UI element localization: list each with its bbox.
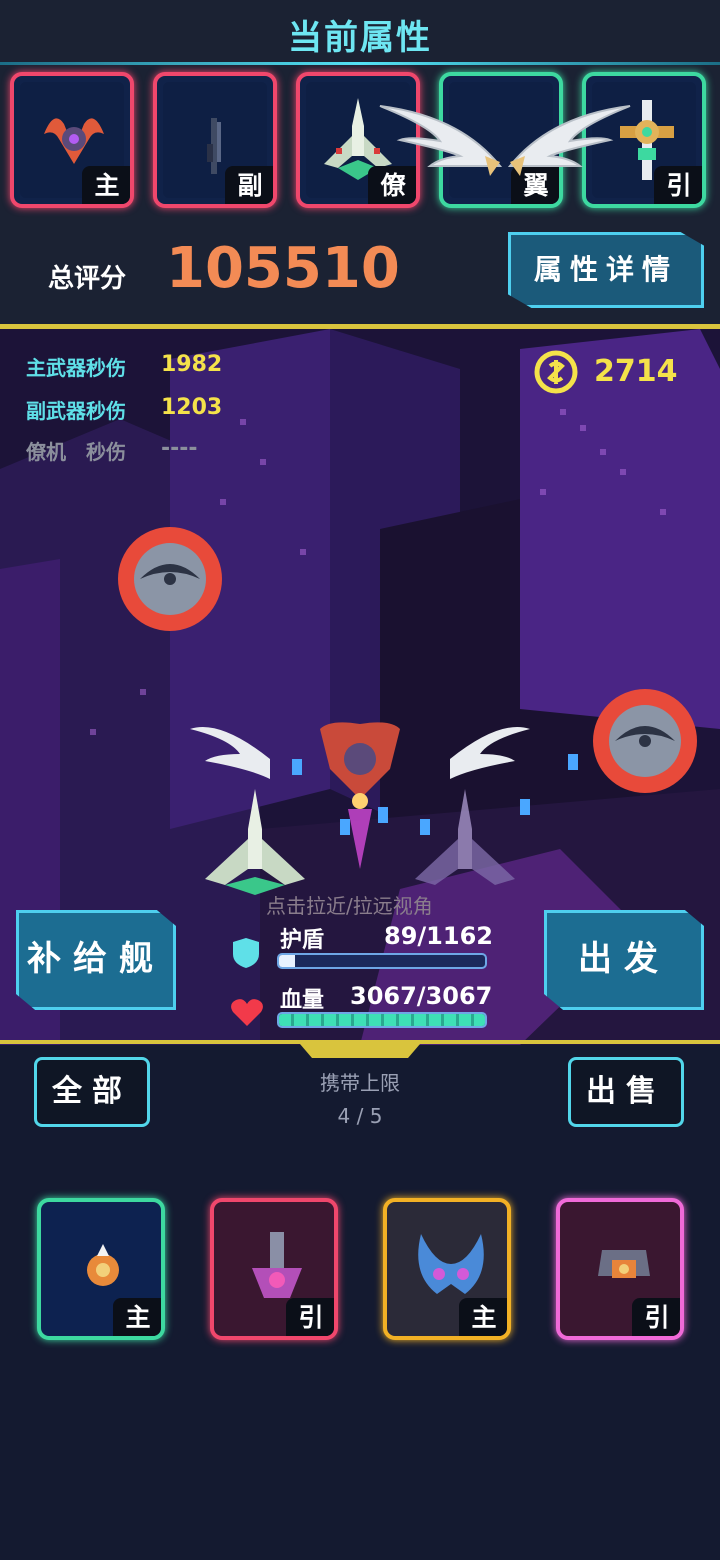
shield-icon: [233, 938, 259, 968]
enemy-disc: [118, 527, 222, 631]
card-tag: 主: [113, 1298, 161, 1336]
wingman-dps-label: 僚机 秒伤: [26, 440, 126, 464]
carry-limit-value: 4 / 5: [337, 1104, 383, 1128]
inventory-card[interactable]: 主: [37, 1198, 165, 1340]
supply-ship-button[interactable]: 补给舰: [16, 910, 176, 1010]
slot-tag: 主: [82, 166, 130, 204]
page-title: 当前属性: [288, 18, 432, 58]
sub-weapon-dps-value: 1203: [161, 395, 223, 420]
shield-bar-fill: [279, 955, 295, 967]
heart-icon: [231, 999, 263, 1026]
hp-label: 血量: [280, 988, 325, 1013]
main-weapon-dps-label: 主武器秒伤: [26, 356, 126, 380]
header-divider: [0, 62, 720, 65]
orange-engine-icon: [598, 1250, 650, 1278]
main-weapon-ship-icon: [44, 118, 104, 164]
total-score-value: 105510: [166, 236, 400, 301]
enemy-disc: [593, 689, 697, 793]
inventory-card[interactable]: 引: [210, 1198, 338, 1340]
card-tag: 引: [632, 1298, 680, 1336]
slot-tag: 副: [225, 166, 273, 204]
attribute-detail-button[interactable]: 属性详情: [508, 232, 704, 308]
coin-icon: [534, 350, 578, 394]
zoom-hint: 点击拉近/拉远视角: [266, 894, 433, 918]
card-tag: 主: [459, 1298, 507, 1336]
launch-button[interactable]: 出发: [544, 910, 704, 1010]
shield-value: 89/1162: [384, 922, 493, 950]
slot-tag: 引: [654, 166, 702, 204]
shield-bar: [277, 953, 487, 969]
inventory-card[interactable]: 引: [556, 1198, 684, 1340]
carry-limit-label: 携带上限: [320, 1071, 400, 1095]
wingman-dps-value: ----: [161, 436, 198, 461]
panel-notch: [300, 1044, 420, 1058]
wings-icon: [379, 105, 631, 176]
hp-value: 3067/3067: [350, 982, 493, 1010]
shield-label: 护盾: [280, 928, 325, 953]
inventory-card[interactable]: 主: [383, 1198, 511, 1340]
sub-weapon-dps-label: 副武器秒伤: [26, 399, 126, 423]
panel-divider: [0, 1040, 720, 1044]
coin-value: 2714: [594, 354, 678, 389]
hp-bar-fill: [279, 1014, 485, 1026]
orange-pod-ship-icon: [87, 1244, 119, 1286]
card-tag: 引: [286, 1298, 334, 1336]
main-weapon-dps-value: 1982: [161, 352, 223, 377]
slot-sub-weapon[interactable]: 副: [153, 72, 277, 208]
hp-bar: [277, 1012, 487, 1028]
slot-main-weapon[interactable]: 主: [10, 72, 134, 208]
total-score-label: 总评分: [48, 264, 127, 294]
